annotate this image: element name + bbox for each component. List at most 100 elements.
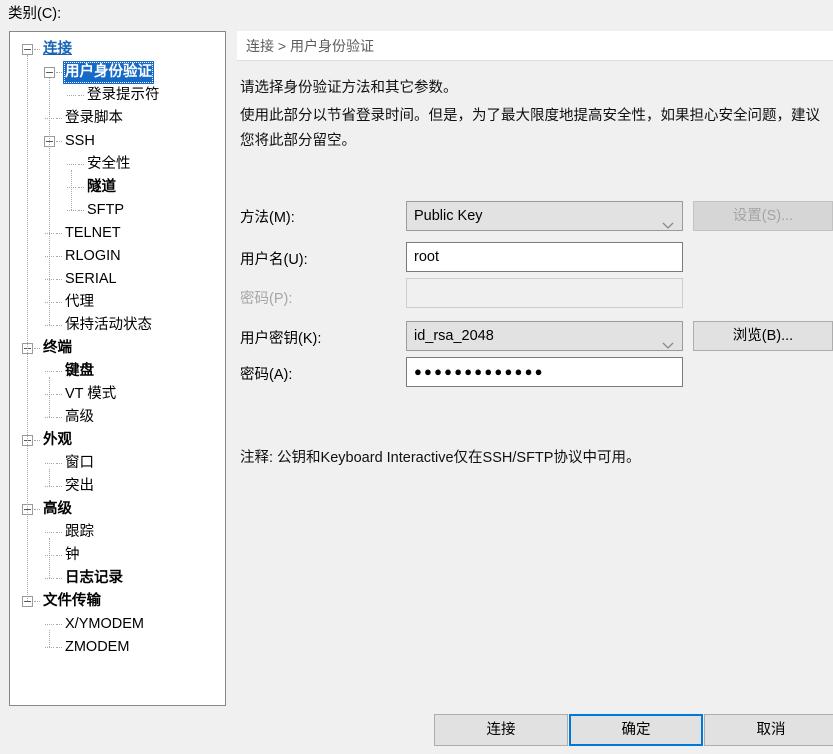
tree-item[interactable]: 突出	[10, 475, 225, 498]
tree-collapse-icon[interactable]	[44, 67, 55, 78]
tree-item[interactable]: X/YMODEM	[10, 613, 225, 636]
tree-item-label: 登录脚本	[65, 110, 123, 126]
tree-item[interactable]: SFTP	[10, 199, 225, 222]
username-label: 用户名(U):	[240, 252, 308, 268]
tree-item-label: 窗口	[65, 455, 94, 471]
tree-item-label: VT 模式	[65, 386, 117, 402]
tree-guide-line	[27, 55, 28, 601]
tree-guide-line	[56, 624, 62, 625]
tree-item[interactable]: SSH	[10, 130, 225, 153]
tree-guide-line	[45, 486, 54, 487]
tree-item[interactable]: 外观	[10, 429, 225, 452]
tree-guide-line	[56, 463, 62, 464]
tree-item[interactable]: 键盘	[10, 360, 225, 383]
description-line-2: 使用此部分以节省登录时间。但是，为了最大限度地提高安全性，如果担心安全问题，建议…	[240, 108, 820, 149]
tree-item-label: 突出	[65, 478, 94, 494]
tree-item-label: SFTP	[87, 202, 125, 218]
tree-item[interactable]: SERIAL	[10, 268, 225, 291]
category-tree[interactable]: 连接用户身份验证登录提示符登录脚本 SSH 安全性隧道 SFTP TELNET RLOGI…	[9, 31, 226, 706]
tree-item[interactable]: 跟踪	[10, 521, 225, 544]
tree-guide-line	[56, 394, 62, 395]
userkey-combobox-value: id_rsa_2048	[414, 328, 494, 344]
tree-guide-line	[34, 348, 40, 349]
tree-guide-line	[45, 532, 54, 533]
tree-item[interactable]: 文件传输	[10, 590, 225, 613]
tree-item-label: 文件传输	[43, 593, 101, 609]
method-settings-button[interactable]: 设置(S)...	[693, 201, 833, 231]
passphrase-input[interactable]: ●●●●●●●●●●●●●	[406, 357, 683, 387]
tree-guide-line	[49, 469, 50, 486]
tree-guide-line	[56, 302, 62, 303]
tree-guide-line	[56, 532, 62, 533]
method-combobox[interactable]: Public Key	[406, 201, 683, 231]
password-input[interactable]	[406, 278, 683, 308]
tree-item-label: 键盘	[65, 363, 94, 379]
chevron-down-icon	[662, 332, 674, 349]
tree-guide-line	[45, 463, 54, 464]
tree-item[interactable]: RLOGIN	[10, 245, 225, 268]
username-input[interactable]: root	[406, 242, 683, 272]
tree-guide-line	[49, 538, 50, 578]
tree-item[interactable]: 保持活动状态	[10, 314, 225, 337]
tree-item[interactable]: 连接	[10, 38, 225, 61]
cancel-button[interactable]: 取消	[704, 714, 833, 746]
chevron-down-icon	[662, 212, 674, 229]
tree-guide-line	[45, 624, 54, 625]
method-label: 方法(M):	[240, 210, 295, 226]
userkey-combobox[interactable]: id_rsa_2048	[406, 321, 683, 351]
tree-guide-line	[56, 555, 62, 556]
tree-item-label: 跟踪	[65, 524, 94, 540]
tree-guide-line	[67, 164, 76, 165]
tree-item[interactable]: 窗口	[10, 452, 225, 475]
tree-item-label: 登录提示符	[87, 87, 160, 103]
tree-item[interactable]: 终端	[10, 337, 225, 360]
tree-collapse-icon[interactable]	[22, 44, 33, 55]
passphrase-label: 密码(A):	[240, 367, 293, 383]
tree-item[interactable]: 代理	[10, 291, 225, 314]
connect-button[interactable]: 连接	[434, 714, 568, 746]
tree-guide-line	[34, 601, 40, 602]
tree-item-label: 保持活动状态	[65, 317, 152, 333]
tree-guide-line	[78, 210, 84, 211]
tree-item[interactable]: 日志记录	[10, 567, 225, 590]
tree-item[interactable]: 安全性	[10, 153, 225, 176]
description-line-1: 请选择身份验证方法和其它参数。	[240, 80, 458, 96]
tree-guide-line	[56, 578, 62, 579]
tree-item-label: TELNET	[65, 225, 121, 241]
tree-item-label: 高级	[65, 409, 94, 425]
tree-guide-line	[49, 377, 50, 417]
tree-item[interactable]: VT 模式	[10, 383, 225, 406]
tree-guide-line	[34, 440, 40, 441]
tree-item[interactable]: 高级	[10, 406, 225, 429]
tree-item-label: 连接	[43, 41, 72, 57]
tree-item-label: 代理	[65, 294, 94, 310]
tree-item[interactable]: 登录提示符	[10, 84, 225, 107]
tree-guide-line	[45, 647, 54, 648]
tree-guide-line	[45, 578, 54, 579]
tree-guide-line	[56, 141, 62, 142]
category-tree-list: 连接用户身份验证登录提示符登录脚本 SSH 安全性隧道 SFTP TELNET RLOGI…	[10, 32, 225, 659]
tree-guide-line	[49, 78, 50, 325]
tree-guide-line	[78, 95, 84, 96]
category-label: 类别(C):	[8, 6, 62, 22]
breadcrumb-text: 连接 > 用户身份验证	[246, 38, 374, 54]
tree-item-label: 钟	[65, 547, 80, 563]
tree-item[interactable]: 钟	[10, 544, 225, 567]
tree-item[interactable]: TELNET	[10, 222, 225, 245]
tree-guide-line	[49, 630, 50, 647]
tree-guide-line	[56, 72, 62, 73]
method-combobox-value: Public Key	[414, 208, 483, 224]
tree-item-label: 安全性	[87, 156, 131, 172]
tree-guide-line	[34, 49, 40, 50]
tree-guide-line	[78, 187, 84, 188]
tree-item[interactable]: ZMODEM	[10, 636, 225, 659]
tree-item[interactable]: 高级	[10, 498, 225, 521]
tree-guide-line	[45, 417, 54, 418]
tree-item[interactable]: 隧道	[10, 176, 225, 199]
tree-item-label: 隧道	[87, 179, 116, 195]
userkey-label: 用户密钥(K):	[240, 331, 322, 347]
tree-item[interactable]: 登录脚本	[10, 107, 225, 130]
tree-item[interactable]: 用户身份验证	[10, 61, 225, 84]
userkey-browse-button[interactable]: 浏览(B)...	[693, 321, 833, 351]
ok-button[interactable]: 确定	[569, 714, 703, 746]
